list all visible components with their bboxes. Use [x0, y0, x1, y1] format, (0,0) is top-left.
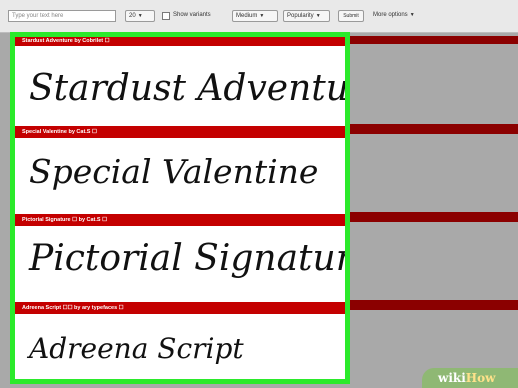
more-options-link[interactable]: More options ▼ [373, 12, 415, 18]
chevron-down-icon: ▼ [137, 13, 143, 19]
sort-select[interactable]: Popularity ▼ [283, 10, 330, 22]
weight-select[interactable]: Medium ▼ [232, 10, 278, 22]
font-sample[interactable]: Adreena Script [29, 319, 345, 379]
font-header-band [347, 300, 518, 310]
font-sample[interactable]: Pictorial Signature [29, 229, 345, 303]
toolbar: Type your text here 20 ▼ Show variants Me… [0, 0, 518, 33]
font-header-band [347, 36, 518, 44]
watermark-part1: wiki [438, 371, 466, 385]
show-variants-label: Show variants [173, 12, 211, 18]
submit-button[interactable]: Submit [338, 10, 364, 22]
font-sample[interactable]: Special Valentine [29, 142, 345, 216]
show-variants-checkbox[interactable] [162, 12, 170, 20]
chevron-down-icon: ▼ [259, 13, 265, 19]
font-header-link[interactable]: Special Valentine by Cat.S ☐ [15, 126, 345, 138]
wikihow-watermark: wikiHow [422, 368, 518, 388]
sort-value: Popularity [287, 13, 314, 19]
more-options-label: More options [373, 12, 408, 18]
font-header-link[interactable]: Adreena Script ☐☐ by ary typefaces ☐ [15, 302, 345, 314]
chevron-down-icon: ▼ [315, 13, 321, 19]
font-list-highlight: Stardust Adventure by Cobrilet ☐ Stardus… [10, 32, 350, 384]
size-select[interactable]: 20 ▼ [125, 10, 155, 22]
preview-text-input[interactable]: Type your text here [8, 10, 116, 22]
font-header-band [347, 124, 518, 134]
font-header-band [347, 212, 518, 222]
page: Type your text here 20 ▼ Show variants Me… [0, 0, 518, 388]
chevron-down-icon: ▼ [409, 12, 415, 18]
font-header-link[interactable]: Pictorial Signature ☐ by Cat.S ☐ [15, 214, 345, 226]
font-header-link[interactable]: Stardust Adventure by Cobrilet ☐ [15, 37, 345, 46]
size-value: 20 [129, 13, 136, 19]
font-sample[interactable]: Stardust Adventure [29, 59, 345, 133]
watermark-part2: How [465, 371, 496, 385]
weight-value: Medium [236, 13, 258, 19]
